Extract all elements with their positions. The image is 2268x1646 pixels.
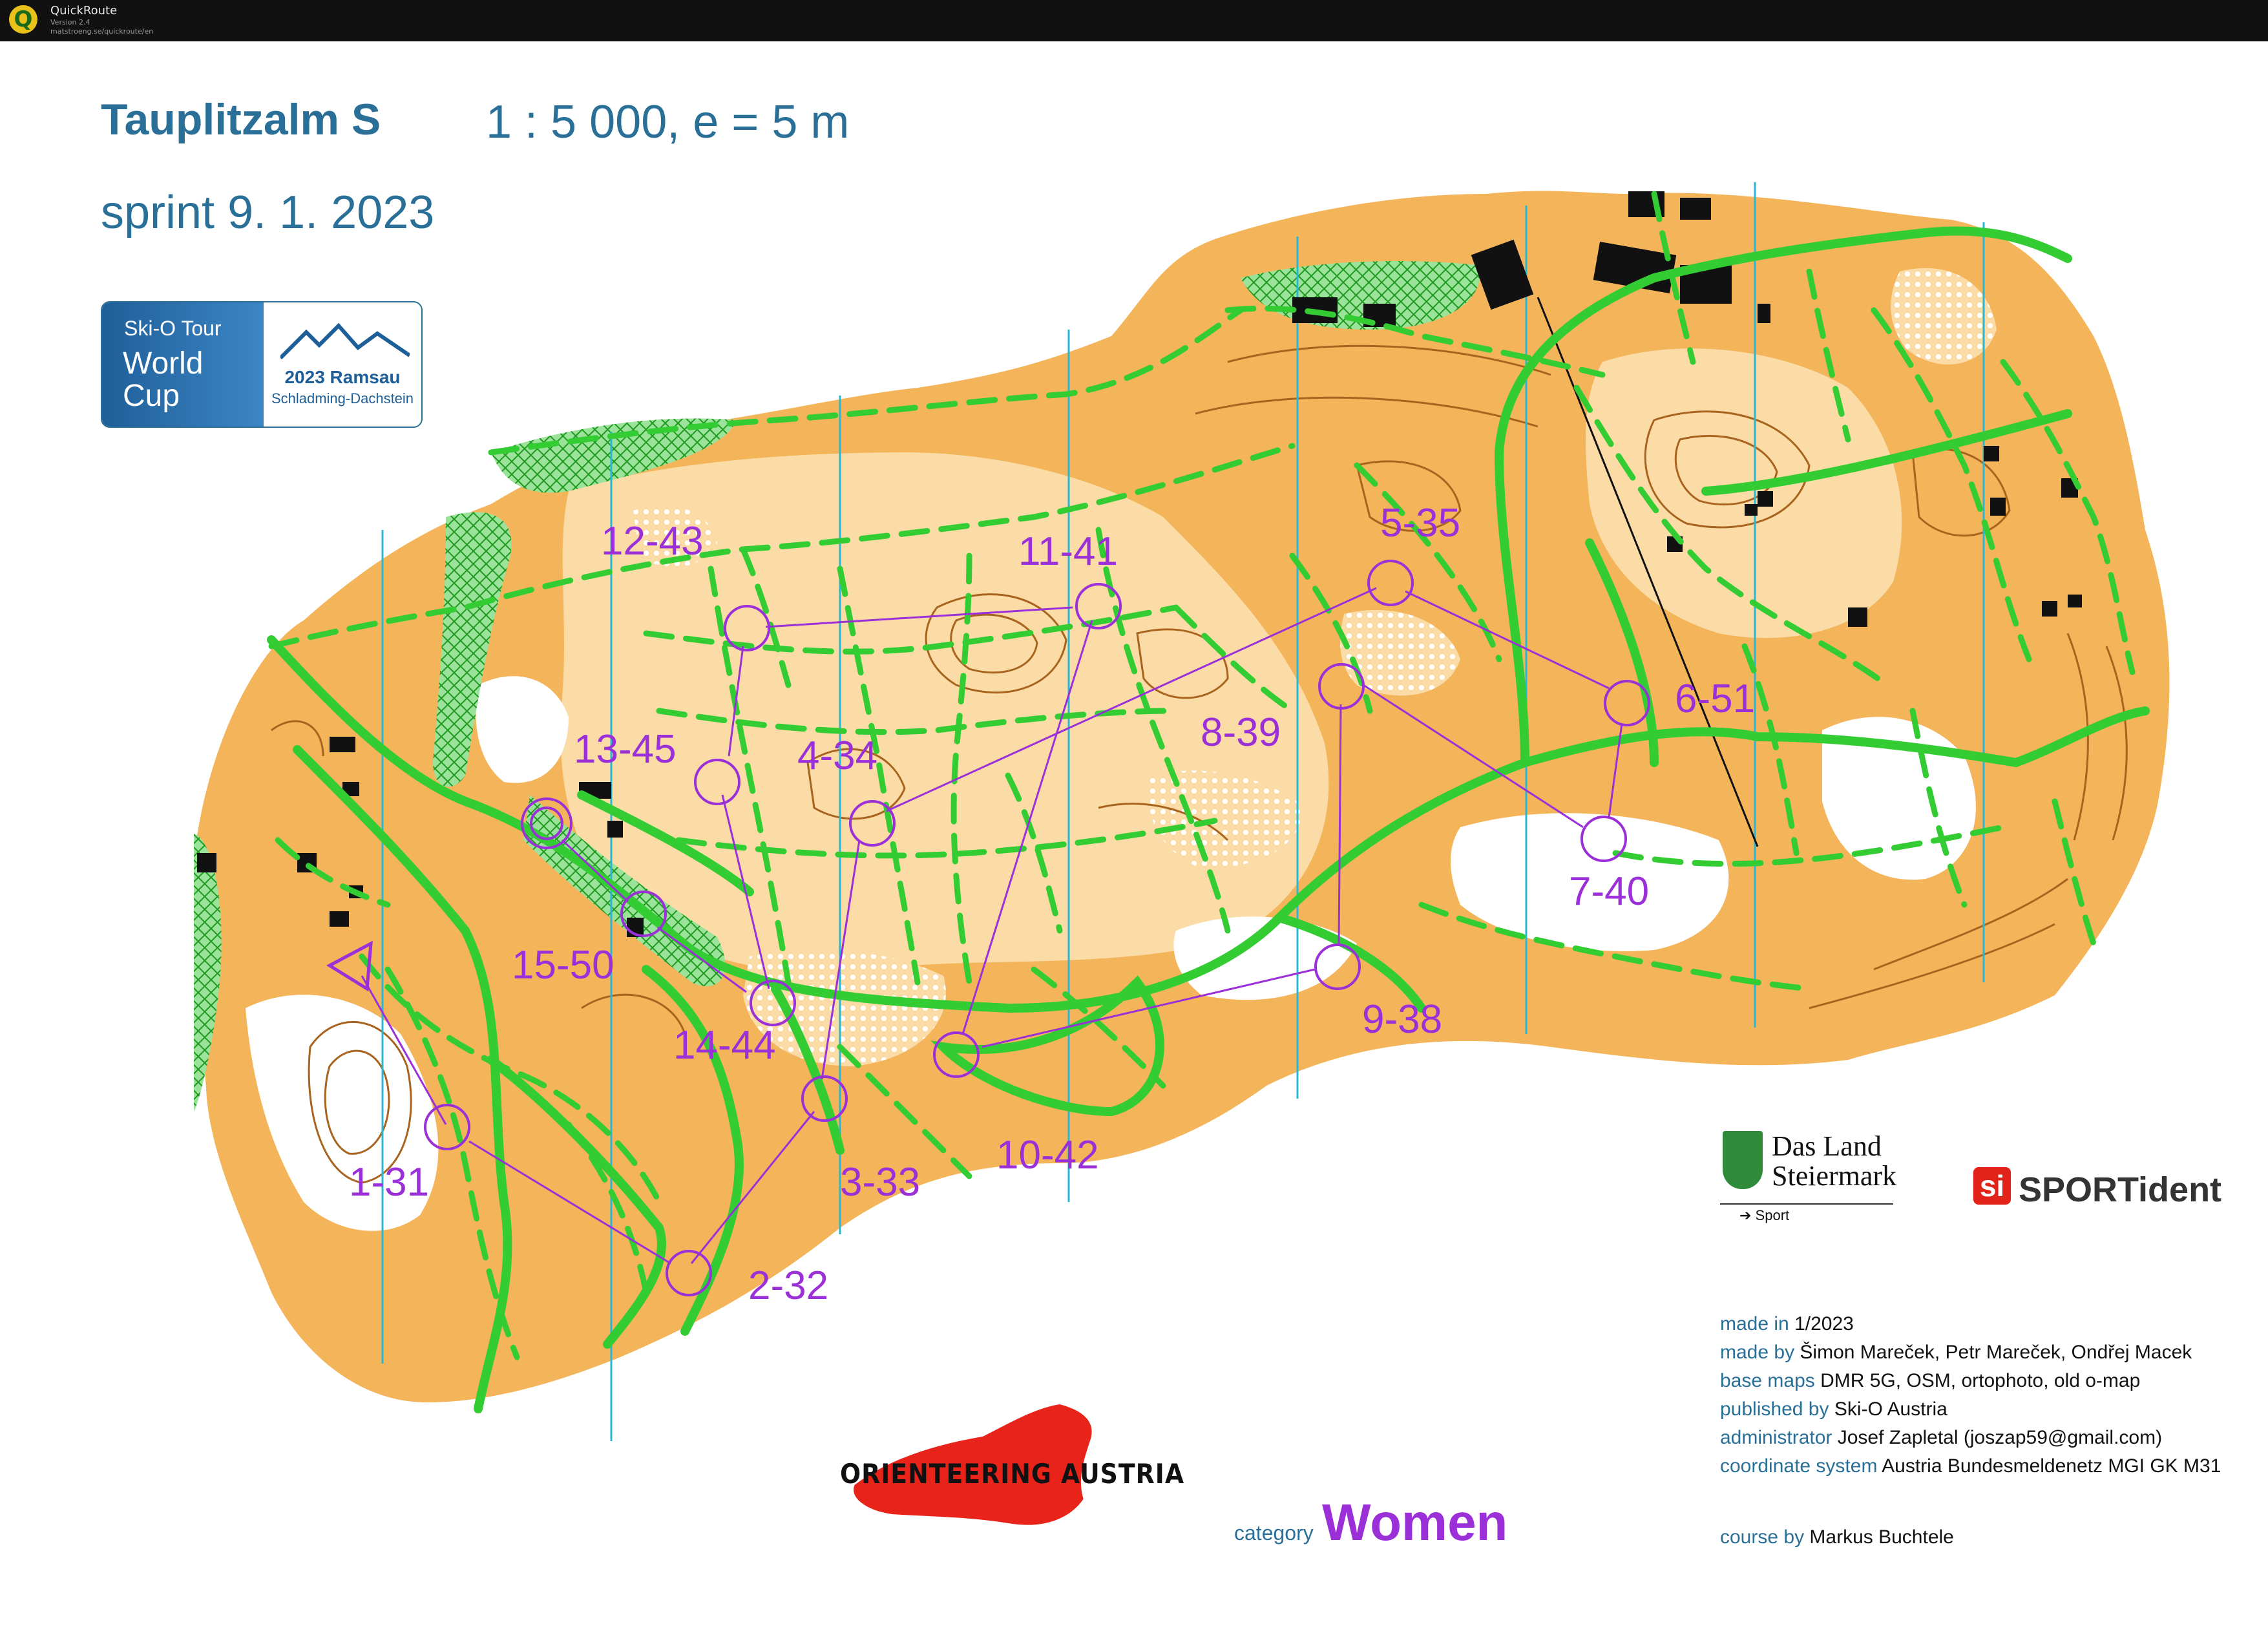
steiermark-logo: Das Land Steiermark ➔ Sport — [1720, 1127, 1897, 1230]
control-label: 6-51 — [1675, 677, 1755, 721]
credit-course-by: course by Markus Buchtele — [1720, 1526, 1954, 1548]
sportident-mark: si — [1973, 1167, 2011, 1205]
control-label: 3-33 — [840, 1160, 920, 1205]
credit-value: Markus Buchtele — [1809, 1526, 1954, 1548]
world-cup-badge: Ski-O Tour World Cup 2023 Ramsau Schladm… — [101, 301, 423, 428]
credit-key: course by — [1720, 1526, 1805, 1548]
building — [1990, 498, 2006, 516]
building — [607, 821, 623, 838]
credit-base-maps: base maps DMR 5G, OSM, ortophoto, old o-… — [1720, 1370, 2140, 1392]
mountains-icon — [280, 322, 410, 360]
map-scale: 1 : 5 000, e = 5 m — [486, 96, 850, 148]
control-label: 9-38 — [1362, 997, 1442, 1042]
orienteering-austria-text: ORIENTEERING AUSTRIA — [840, 1458, 1185, 1490]
credit-key: base maps — [1720, 1370, 1815, 1391]
building — [330, 737, 355, 752]
category-value: Women — [1322, 1493, 1508, 1551]
steiermark-line2: Steiermark — [1772, 1160, 1897, 1192]
building — [1745, 504, 1758, 516]
control-label: 4-34 — [797, 733, 877, 778]
credit-key: published by — [1720, 1398, 1829, 1420]
credit-value: Josef Zapletal (joszap59@gmail.com) — [1837, 1427, 2163, 1448]
control-label: 11-41 — [1018, 529, 1118, 574]
app-url: matstroeng.se/quickroute/en — [50, 27, 154, 36]
building — [197, 853, 216, 872]
credit-value: Austria Bundesmeldenetz MGI GK M31 — [1882, 1455, 2221, 1477]
credit-value: DMR 5G, OSM, ortophoto, old o-map — [1820, 1370, 2141, 1391]
control-label: 5-35 — [1380, 501, 1460, 545]
category-label: category — [1234, 1521, 1314, 1545]
building — [1848, 607, 1867, 627]
control-label: 12-43 — [601, 519, 704, 564]
control-label: 8-39 — [1201, 710, 1281, 755]
control-label: 14-44 — [673, 1023, 776, 1068]
credit-administrator: administrator Josef Zapletal (joszap59@g… — [1720, 1427, 2162, 1449]
app-version: Version 2.4 — [50, 18, 90, 26]
map-title: Tauplitzalm S — [101, 95, 381, 144]
app-name: QuickRoute — [50, 4, 118, 17]
badge-year-place: 2023 Ramsau — [284, 367, 401, 387]
credit-key: coordinate system — [1720, 1455, 1878, 1477]
building — [2068, 595, 2082, 607]
quickroute-logo-icon: Q — [9, 5, 37, 34]
steiermark-sub: ➔ Sport — [1739, 1207, 1790, 1223]
steiermark-shield-icon — [1723, 1131, 1763, 1189]
app-titlebar: Q QuickRoute Version 2.4 matstroeng.se/q… — [0, 0, 2268, 41]
credit-key: made in — [1720, 1313, 1789, 1335]
control-label: 1-31 — [349, 1160, 429, 1205]
steiermark-divider — [1720, 1203, 1893, 1205]
credit-coordinate-system: coordinate system Austria Bundesmeldenet… — [1720, 1455, 2221, 1477]
control-label: 13-45 — [574, 727, 677, 772]
credit-value: Ski-O Austria — [1834, 1398, 1948, 1420]
building — [2042, 601, 2057, 617]
control-label: 10-42 — [996, 1133, 1099, 1177]
building — [1758, 304, 1770, 323]
credit-made-by: made by Šimon Mareček, Petr Mareček, Ond… — [1720, 1342, 2192, 1364]
credit-key: made by — [1720, 1342, 1795, 1363]
credit-value: 1/2023 — [1794, 1313, 1854, 1335]
credit-key: administrator — [1720, 1427, 1832, 1448]
event-subtitle: sprint 9. 1. 2023 — [101, 187, 435, 238]
control-label: 15-50 — [512, 943, 614, 987]
control-label: 7-40 — [1569, 869, 1649, 914]
credit-published-by: published by Ski-O Austria — [1720, 1398, 1948, 1420]
sportident-text: SPORTident — [2019, 1170, 2222, 1209]
building — [330, 911, 349, 927]
credit-value: Šimon Mareček, Petr Mareček, Ondřej Mace… — [1800, 1342, 2192, 1363]
building — [1758, 491, 1773, 507]
steiermark-line1: Das Land — [1772, 1130, 1882, 1162]
building — [1680, 198, 1711, 220]
credit-made-in: made in 1/2023 — [1720, 1313, 1854, 1335]
badge-world-line: World — [123, 346, 204, 381]
badge-region: Schladming-Dachstein — [271, 390, 414, 406]
badge-cup-line: Cup — [123, 379, 180, 413]
badge-world: World Cup — [123, 348, 203, 412]
building — [1984, 446, 1999, 461]
control-label: 2-32 — [748, 1263, 828, 1308]
badge-tour: Ski-O Tour — [124, 317, 222, 340]
